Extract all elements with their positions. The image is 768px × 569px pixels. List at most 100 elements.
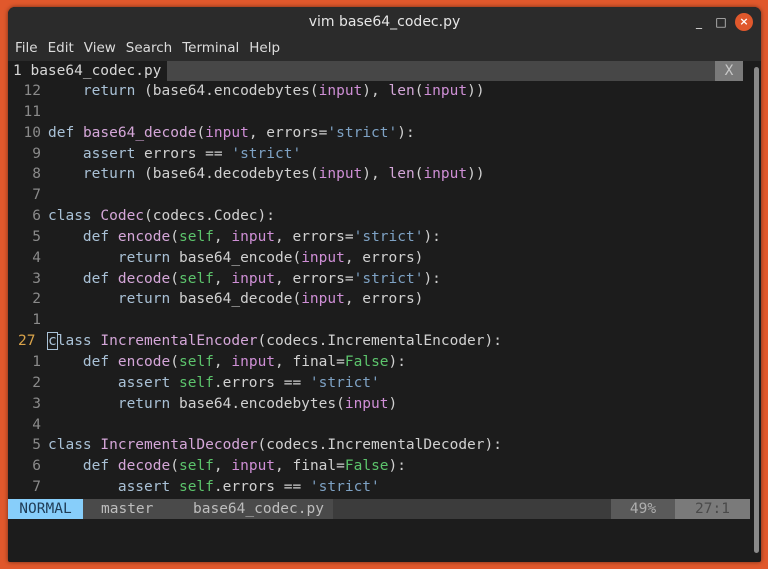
code-token: (base64.encodebytes( — [135, 83, 319, 99]
code-line[interactable]: 7 — [8, 185, 743, 206]
scrollbar-thumb[interactable] — [754, 67, 759, 553]
code-token: , errors= — [275, 228, 354, 245]
title-bar: vim base64_codec.py _ □ × — [8, 7, 761, 37]
code-line[interactable]: 7 assert self.errors == 'strict' — [8, 477, 743, 498]
scroll-percent: 49% — [611, 499, 675, 519]
maximize-button[interactable]: □ — [712, 13, 730, 31]
code-line[interactable]: 3 def decode(self, input, errors='strict… — [8, 269, 743, 290]
code-token: IncrementalEncoder — [100, 333, 258, 350]
code-line[interactable]: 11 — [8, 102, 743, 123]
code-token: decode — [117, 458, 171, 475]
buffer-tab[interactable]: 1 base64_codec.py — [8, 61, 168, 81]
code-line[interactable]: 8 return (base64.decodebytes(input), len… — [8, 164, 743, 185]
code-token: def — [82, 458, 110, 475]
code-token: self — [178, 458, 214, 475]
close-button[interactable]: × — [735, 13, 753, 31]
code-line[interactable]: 1 def encode(self, input, final=False): — [8, 352, 743, 373]
code-token: Codec — [100, 208, 145, 225]
menu-help[interactable]: Help — [249, 37, 280, 59]
code-line-current[interactable]: 27 class IncrementalEncoder(codecs.Increm… — [8, 331, 743, 352]
code-line[interactable]: 4 — [8, 415, 743, 436]
code-token: (codecs.IncrementalEncoder): — [257, 333, 502, 350]
code-token: def — [82, 353, 110, 370]
line-number: 9 — [32, 145, 41, 162]
close-tab-button[interactable]: X — [715, 61, 743, 81]
code-token: False — [344, 353, 389, 370]
line-number: 3 — [32, 270, 41, 287]
code-line[interactable]: 10 def base64_decode(input, errors='stric… — [8, 123, 743, 144]
code-line[interactable]: 1 — [8, 310, 743, 331]
menu-view[interactable]: View — [84, 37, 116, 59]
minimize-button[interactable]: _ — [690, 13, 708, 31]
code-token: class — [48, 208, 92, 225]
code-token: .errors == — [213, 374, 310, 391]
code-token: , errors= — [248, 124, 328, 141]
code-line[interactable]: 12 return (base64.encodebytes(input), le… — [8, 81, 743, 102]
code-token: , errors) — [344, 249, 424, 266]
vim-tabline: 1 base64_codec.py X — [8, 61, 743, 81]
code-token: , final= — [275, 458, 345, 475]
code-token: input — [318, 166, 363, 183]
code-line[interactable]: 5 class IncrementalDecoder(codecs.Increme… — [8, 435, 743, 456]
menu-edit[interactable]: Edit — [48, 37, 74, 59]
window-title: vim base64_codec.py — [308, 14, 461, 30]
code-token: (codecs.Codec): — [144, 208, 275, 225]
code-token: 'strict' — [327, 124, 398, 141]
code-line[interactable]: 2 assert self.errors == 'strict' — [8, 373, 743, 394]
code-token: )) — [467, 83, 485, 99]
code-token: input — [344, 395, 389, 412]
code-line[interactable]: 5 def encode(self, input, errors='strict… — [8, 227, 743, 248]
code-line[interactable]: 4 return base64_encode(input, errors) — [8, 248, 743, 269]
code-token: ): — [388, 458, 406, 475]
code-token: ): — [423, 228, 441, 245]
code-token: return — [82, 166, 136, 183]
code-token: len — [388, 83, 415, 99]
code-token: , — [213, 458, 232, 475]
line-number: 4 — [32, 416, 41, 433]
code-line[interactable]: 2 return base64_decode(input, errors) — [8, 289, 743, 310]
line-number: 10 — [23, 124, 41, 141]
command-line[interactable] — [8, 519, 750, 559]
code-token: 'strict' — [231, 145, 302, 162]
menu-file[interactable]: File — [15, 37, 38, 59]
code-token: (base64.decodebytes( — [135, 166, 319, 183]
code-token: ): — [388, 353, 406, 370]
code-line[interactable]: 6 class Codec(codecs.Codec): — [8, 206, 743, 227]
menu-search[interactable]: Search — [126, 37, 172, 59]
code-token: self — [178, 353, 214, 370]
line-number: 12 — [23, 83, 41, 99]
code-line[interactable]: 6 def decode(self, input, final=False): — [8, 456, 743, 477]
code-token: self — [178, 374, 214, 391]
code-token: def — [82, 228, 110, 245]
code-token: input — [231, 270, 276, 287]
code-line[interactable]: 9 assert errors == 'strict' — [8, 144, 743, 165]
line-number: 1 — [32, 353, 41, 370]
code-token: .errors == — [213, 479, 310, 496]
code-token: lass — [56, 333, 92, 350]
editor-buffer[interactable]: 12 return (base64.encodebytes(input), le… — [8, 81, 743, 498]
code-token: def — [48, 124, 75, 141]
code-line[interactable]: 3 return base64.encodebytes(input) — [8, 394, 743, 415]
line-number: 5 — [32, 437, 41, 454]
text-cursor: c — [47, 332, 58, 351]
line-number: 4 — [32, 249, 41, 266]
line-number: 3 — [32, 395, 41, 412]
menu-terminal[interactable]: Terminal — [182, 37, 239, 59]
code-token: input — [231, 353, 276, 370]
scrollbar[interactable] — [751, 62, 761, 556]
line-number: 27 — [18, 333, 36, 350]
code-token: 'strict' — [353, 228, 424, 245]
terminal-window: vim base64_codec.py _ □ × File Edit View Se… — [8, 7, 761, 562]
